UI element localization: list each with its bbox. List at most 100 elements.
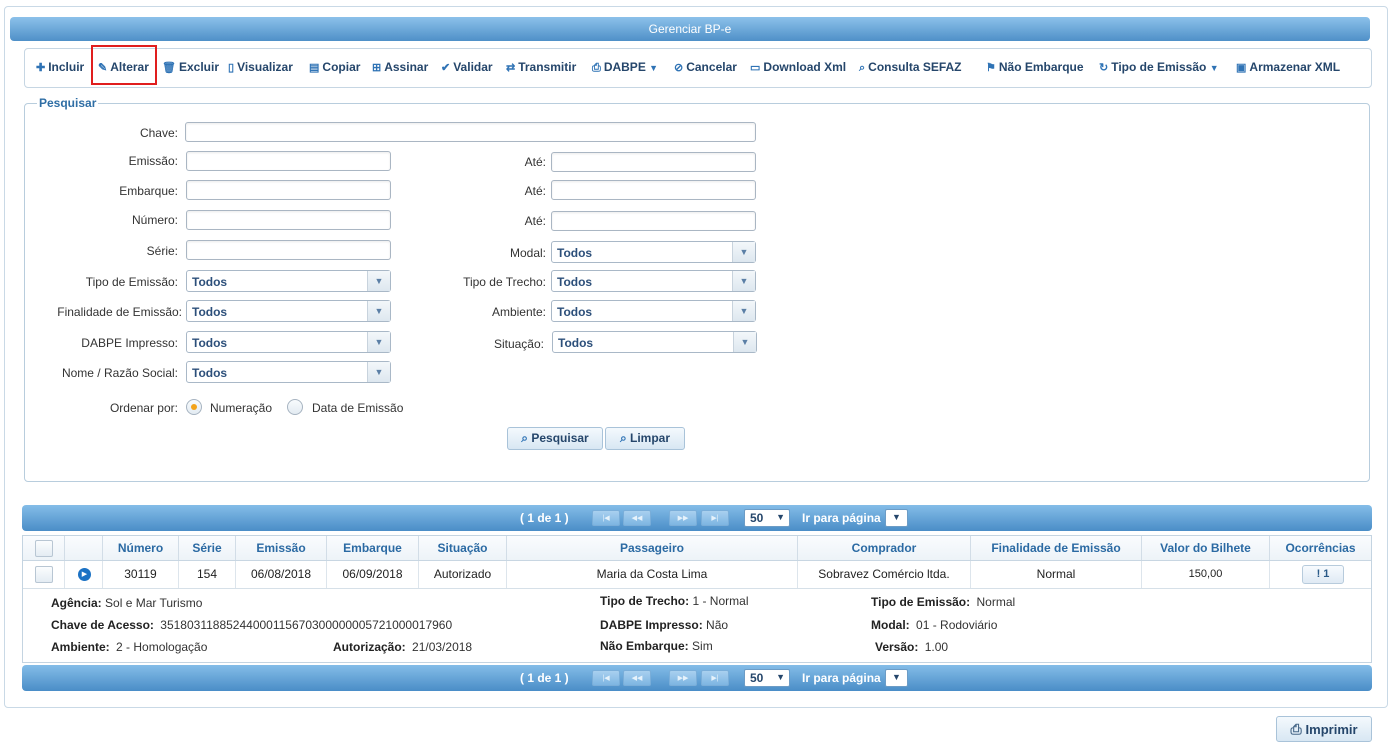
page-title: Gerenciar BP-e [10, 17, 1370, 41]
detail-autorizacao: Autorização: 21/03/2018 [333, 640, 473, 654]
col-emissao[interactable]: Emissão [236, 536, 327, 560]
embarque-to-input[interactable] [551, 180, 756, 200]
validar-button[interactable]: ✔ Validar [441, 60, 493, 74]
cell-valor: 150,00 [1142, 561, 1270, 588]
download-xml-button[interactable]: ▭ Download Xml [750, 60, 846, 74]
incluir-button[interactable]: ✚ Incluir [36, 60, 84, 74]
detail-agencia: Agência: Sol e Mar Turismo [51, 596, 203, 610]
assinar-button[interactable]: ⊞ Assinar [372, 60, 428, 74]
chevron-down-icon: ▼ [776, 512, 785, 522]
prev-page-icon[interactable]: ◀◀ [623, 510, 651, 526]
emissao-to-input[interactable] [551, 152, 756, 172]
chevron-down-icon: ▼ [892, 512, 901, 522]
next-page-icon[interactable]: ▶▶ [669, 670, 697, 686]
col-valor[interactable]: Valor do Bilhete [1142, 536, 1270, 560]
first-page-icon[interactable]: |◀ [592, 670, 620, 686]
excluir-button[interactable]: 🗑 Excluir [162, 60, 219, 74]
copiar-button[interactable]: ▤ Copiar [309, 60, 360, 74]
numero-to-input[interactable] [551, 211, 756, 231]
emissao-ate-label: Até: [524, 155, 546, 169]
embarque-ate-label: Até: [524, 184, 546, 198]
next-page-icon[interactable]: ▶▶ [669, 510, 697, 526]
row-checkbox[interactable] [35, 566, 53, 583]
tipo-emissao-menu-button[interactable]: ↻ Tipo de Emissão ▼ [1099, 60, 1219, 74]
page-info: ( 1 de 1 ) [520, 671, 569, 685]
dabpe-impresso-select[interactable]: Todos ▼ [186, 331, 391, 353]
detail-tipo-trecho: Tipo de Trecho: 1 - Normal [600, 594, 749, 608]
refresh-icon: ↻ [1099, 62, 1109, 74]
finalidade-select[interactable]: Todos ▼ [186, 300, 391, 322]
detail-modal: Modal: 01 - Rodoviário [871, 618, 998, 632]
transfer-icon: ⇄ [506, 62, 516, 74]
col-ocorrencias[interactable]: Ocorrências [1270, 536, 1371, 560]
prev-page-icon[interactable]: ◀◀ [623, 670, 651, 686]
col-comprador[interactable]: Comprador [798, 536, 971, 560]
ambiente-select[interactable]: Todos ▼ [551, 300, 756, 322]
select-all-checkbox[interactable] [35, 540, 53, 557]
last-page-icon[interactable]: ▶| [701, 670, 729, 686]
embarque-from-input[interactable] [186, 180, 391, 200]
disk-icon: ▣ [1236, 62, 1247, 74]
tipo-trecho-label: Tipo de Trecho: [463, 275, 546, 289]
page-info: ( 1 de 1 ) [520, 511, 569, 525]
col-embarque[interactable]: Embarque [327, 536, 419, 560]
nome-select[interactable]: Todos ▼ [186, 361, 391, 383]
pesquisar-button[interactable]: ⌕ Pesquisar [507, 427, 603, 450]
page-size-select[interactable]: 50 ▼ [744, 669, 790, 687]
cell-situacao: Autorizado [419, 561, 507, 588]
order-data-emissao-radio[interactable] [287, 399, 303, 415]
chave-input[interactable] [185, 122, 756, 142]
ambiente-label: Ambiente: [491, 305, 546, 319]
modal-select[interactable]: Todos ▼ [551, 241, 756, 263]
detail-ambiente: Ambiente: 2 - Homologação [51, 640, 208, 654]
dabpe-menu-button[interactable]: ⎙ DABPE ▼ [592, 60, 658, 75]
cancelar-button[interactable]: ⊘ Cancelar [674, 60, 737, 74]
header-select-all [23, 536, 65, 560]
page-size-select[interactable]: 50 ▼ [744, 509, 790, 527]
armazenar-xml-button[interactable]: ▣ Armazenar XML [1236, 60, 1340, 74]
visualizar-button[interactable]: ▯ Visualizar [228, 60, 293, 74]
tipo-emissao-label: Tipo de Emissão: [85, 275, 178, 289]
pager-bottom: ( 1 de 1 ) |◀ ◀◀ ▶▶ ▶| 50 ▼ Ir para págin… [22, 665, 1372, 691]
imprimir-button[interactable]: ⎙ Imprimir [1276, 716, 1372, 742]
expand-row-icon[interactable]: ▶ [78, 568, 91, 581]
goto-page-select[interactable]: ▼ [885, 509, 908, 527]
detail-tipo-emissao: Tipo de Emissão: Normal [871, 595, 1016, 609]
serie-input[interactable] [186, 240, 391, 260]
detail-versao: Versão: 1.00 [875, 640, 949, 654]
transmitir-button[interactable]: ⇄ Transmitir [506, 60, 576, 74]
consulta-sefaz-button[interactable]: ⌕ Consulta SEFAZ [859, 60, 962, 75]
chevron-down-icon: ▼ [776, 672, 785, 682]
emissao-from-input[interactable] [186, 151, 391, 171]
goto-page-label: Ir para página [802, 671, 881, 685]
clear-icon: ⌕ [619, 431, 631, 445]
nao-embarque-button[interactable]: ⚑ Não Embarque [986, 60, 1084, 74]
situacao-select[interactable]: Todos ▼ [552, 331, 757, 353]
col-serie[interactable]: Série [179, 536, 236, 560]
tipo-trecho-select[interactable]: Todos ▼ [551, 270, 756, 292]
cell-emissao: 06/08/2018 [236, 561, 327, 588]
numero-from-input[interactable] [186, 210, 391, 230]
col-numero[interactable]: Número [103, 536, 179, 560]
row-select-cell [23, 561, 65, 588]
last-page-icon[interactable]: ▶| [701, 510, 729, 526]
col-situacao[interactable]: Situação [419, 536, 507, 560]
chevron-down-icon: ▼ [732, 271, 755, 291]
col-passageiro[interactable]: Passageiro [507, 536, 798, 560]
order-numeracao-radio[interactable] [186, 399, 202, 415]
col-finalidade[interactable]: Finalidade de Emissão [971, 536, 1142, 560]
chevron-down-icon: ▼ [367, 301, 390, 321]
dabpe-impresso-label: DABPE Impresso: [81, 336, 178, 350]
goto-page-select[interactable]: ▼ [885, 669, 908, 687]
ocorrencias-button[interactable]: ! 1 [1302, 565, 1344, 584]
situacao-label: Situação: [493, 337, 544, 351]
row-divider [23, 588, 1371, 589]
limpar-button[interactable]: ⌕ Limpar [605, 427, 685, 450]
emissao-label: Emissão: [128, 154, 178, 168]
cell-passageiro: Maria da Costa Lima [507, 561, 798, 588]
tipo-emissao-select[interactable]: Todos ▼ [186, 270, 391, 292]
folder-icon: ▭ [750, 62, 761, 74]
printer-icon: ⎙ [1290, 721, 1306, 737]
first-page-icon[interactable]: |◀ [592, 510, 620, 526]
chevron-down-icon: ▼ [367, 362, 390, 382]
